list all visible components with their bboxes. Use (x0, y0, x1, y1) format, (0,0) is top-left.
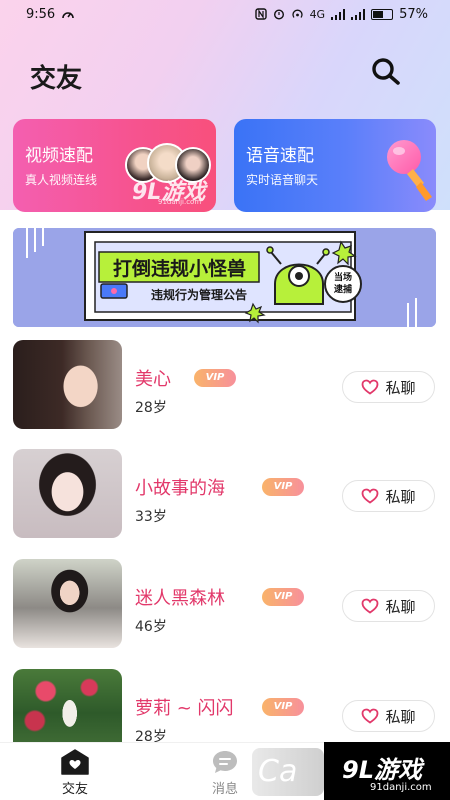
nfc-icon (254, 8, 267, 20)
watermark-corner: 9L游戏 91danji.com (324, 742, 450, 800)
header: 交友 (0, 48, 450, 104)
list-item[interactable]: 小故事的海 VIP 33岁 私聊 (0, 449, 450, 539)
voice-match-subtitle: 实时语音聊天 (246, 173, 319, 187)
user-name: 迷人黑森林 (135, 588, 225, 609)
signal-icon (331, 8, 346, 20)
vip-badge: VIP (262, 698, 304, 716)
speed-icon (62, 12, 75, 19)
banner-subtitle: 违规行为管理公告 (151, 288, 248, 302)
heart-icon (362, 379, 379, 395)
voice-match-card[interactable]: 语音速配 实时语音聊天 (234, 119, 436, 212)
user-name: 萝莉 ~ 闪闪 (135, 698, 234, 719)
private-chat-button[interactable]: 私聊 (342, 371, 435, 403)
private-chat-button[interactable]: 私聊 (342, 700, 435, 732)
clock: 9:56 (26, 6, 56, 22)
private-chat-button[interactable]: 私聊 (342, 480, 435, 512)
avatar (13, 340, 122, 429)
watermark-corner-brand: 9L游戏 (342, 756, 422, 784)
heart-icon (362, 708, 379, 724)
user-name: 小故事的海 (135, 478, 225, 499)
banner-stamp: 当场 逮捕 (331, 272, 355, 296)
friends-tab-icon (61, 749, 89, 775)
avatar (13, 669, 122, 743)
watermark-ghost: Ca (252, 748, 324, 796)
hotspot-icon (291, 9, 303, 18)
page-title: 交友 (30, 64, 83, 94)
banner-title: 打倒违规小怪兽 (113, 258, 247, 280)
private-chat-label: 私聊 (385, 707, 416, 726)
list-item[interactable]: 迷人黑森林 VIP 46岁 私聊 (0, 559, 450, 649)
search-button[interactable] (368, 54, 404, 90)
list-item[interactable]: 美心 VIP 28岁 私聊 (0, 340, 450, 430)
user-age: 46岁 (135, 619, 167, 635)
private-chat-label: 私聊 (385, 487, 416, 506)
watermark-corner-url: 91danji.com (370, 782, 432, 793)
vip-badge: VIP (262, 478, 304, 496)
user-name: 美心 (135, 369, 171, 390)
network-label: 4G (309, 7, 326, 21)
watermark-logo: 9L游戏 91danji.com (132, 174, 205, 206)
battery-percentage: 57% (399, 6, 428, 22)
battery-icon (371, 8, 394, 20)
status-bar: 9:56 4G 57% (0, 0, 450, 28)
user-age: 33岁 (135, 509, 167, 525)
video-match-title: 视频速配 (25, 146, 93, 166)
announcement-banner[interactable]: 打倒违规小怪兽 违规行为管理公告 当场 逮捕 (13, 228, 436, 327)
video-match-subtitle: 真人视频连线 (25, 173, 98, 187)
vip-badge: VIP (262, 588, 304, 606)
search-icon (372, 58, 400, 85)
user-age: 28岁 (135, 400, 167, 416)
alarm-icon (273, 9, 284, 20)
tab-friends[interactable]: 交友 (30, 743, 120, 800)
microphone-icon (387, 140, 432, 201)
avatar (13, 449, 122, 538)
private-chat-label: 私聊 (385, 378, 416, 397)
heart-icon (362, 488, 379, 504)
signal-icon-2 (351, 8, 366, 20)
banner-stamp-line1: 当场 (333, 273, 352, 283)
voice-match-title: 语音速配 (246, 146, 314, 166)
banner-stamp-line2: 逮捕 (333, 285, 352, 295)
messages-tab-icon (213, 751, 237, 773)
vip-badge: VIP (194, 369, 236, 387)
avatar (13, 559, 122, 648)
tab-friends-label: 交友 (61, 782, 88, 797)
heart-icon (362, 598, 379, 614)
watermark-url: 91danji.com (158, 198, 202, 206)
private-chat-button[interactable]: 私聊 (342, 590, 435, 622)
private-chat-label: 私聊 (385, 597, 416, 616)
